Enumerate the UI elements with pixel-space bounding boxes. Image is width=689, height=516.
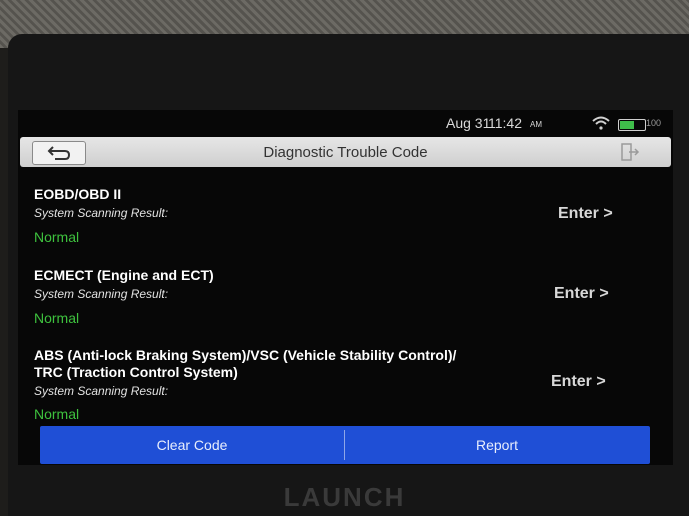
battery-label: 100 <box>646 118 662 128</box>
enter-button[interactable]: Enter > <box>551 373 606 391</box>
page-title: Diagnostic Trouble Code <box>263 144 428 161</box>
title-bar: Diagnostic Trouble Code <box>20 137 671 167</box>
screen: Aug 31 11:42 AM 100 Diagnostic Trouble C… <box>18 110 673 465</box>
exit-icon[interactable] <box>620 143 640 161</box>
system-name: ABS (Anti-lock Braking System)/VSC (Vehi… <box>34 347 457 380</box>
clear-code-button[interactable]: Clear Code <box>40 426 344 464</box>
brand-logo: LAUNCH <box>283 482 406 512</box>
status-ampm: AM <box>530 120 542 129</box>
system-name: ECMECT (Engine and ECT) <box>34 267 214 283</box>
enter-button[interactable]: Enter > <box>554 285 609 303</box>
scan-result-value: Normal <box>34 229 80 245</box>
system-name: EOBD/OBD II <box>34 186 122 202</box>
battery-icon <box>618 119 646 131</box>
status-bar: Aug 31 11:42 AM 100 <box>18 110 673 136</box>
bottom-action-bar: Clear Code Report <box>40 426 650 464</box>
status-time: 11:42 <box>488 115 522 131</box>
wifi-icon <box>592 116 610 130</box>
scan-result-value: Normal <box>34 310 80 326</box>
enter-button[interactable]: Enter > <box>558 205 613 223</box>
battery-fill <box>620 121 634 129</box>
status-date: Aug 31 <box>446 115 491 131</box>
scan-result-label: System Scanning Result: <box>34 287 169 301</box>
report-button[interactable]: Report <box>345 426 649 464</box>
scan-result-label: System Scanning Result: <box>34 206 169 220</box>
scan-result-label: System Scanning Result: <box>34 384 169 398</box>
scan-result-value: Normal <box>34 406 80 422</box>
